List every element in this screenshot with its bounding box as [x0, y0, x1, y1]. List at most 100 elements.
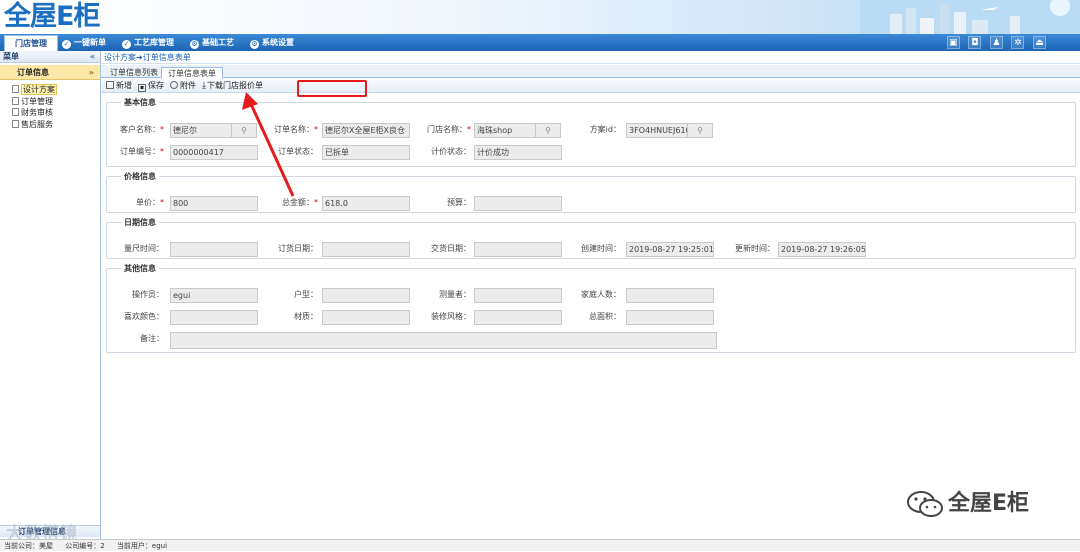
main-content: 设计方案➜订单信息表单 订单信息列表 订单信息表单 新增 ▪ 保存 附件 ⤓下载门…: [101, 51, 1080, 539]
download-label: 下载门店报价单: [206, 81, 263, 90]
nav-tab-label: 基础工艺: [202, 38, 234, 47]
operator-field[interactable]: egui: [170, 288, 258, 303]
section-title: 日期信息: [124, 218, 156, 227]
header-banner: 全屋E柜: [0, 0, 1080, 34]
plan-id-field[interactable]: 3FO4HNUEJ610: [626, 123, 688, 138]
search-icon[interactable]: ⚲: [687, 123, 713, 138]
order-no-label: 订单编号：*: [107, 145, 164, 159]
form-toolbar: 新增 ▪ 保存 附件 ⤓下载门店报价单: [101, 79, 1080, 93]
new-button[interactable]: 新增: [106, 80, 132, 92]
breadcrumb: 设计方案➜订单信息表单: [101, 51, 1080, 64]
tab-order-list[interactable]: 订单信息列表: [104, 67, 164, 78]
house-type-field[interactable]: [322, 288, 410, 303]
family-size-field[interactable]: [626, 288, 714, 303]
order-name-field[interactable]: 德尼尔X全屋E柜X良仓: [322, 123, 410, 138]
sidebar: 菜单 « 订单信息 » 设计方案 订单管理 财务审核 售后服务 订单管理信息: [0, 51, 101, 539]
search-icon[interactable]: ⚲: [231, 123, 257, 138]
total-amount-field[interactable]: 618.0: [322, 196, 410, 211]
total-area-field[interactable]: [626, 310, 714, 325]
section-title: 价格信息: [124, 172, 156, 181]
nav-tab-craft-library[interactable]: ✓ 工艺库管理: [118, 35, 180, 51]
collapse-icon[interactable]: «: [90, 51, 95, 63]
operator-label: 操作员：: [132, 290, 164, 299]
section-date-info: 日期信息 量尺时间： 订货日期： 交货日期： 创建时间： 2019-08-27 …: [106, 217, 1076, 259]
status-user: 当前用户：egui: [116, 542, 168, 550]
material-field[interactable]: [322, 310, 410, 325]
required-mark: *: [160, 125, 164, 134]
status-company: 当前公司：美屋: [4, 542, 53, 550]
house-type-label: 户型：: [294, 290, 318, 299]
document-icon: [12, 85, 19, 93]
sidebar-item-label: 售后服务: [21, 119, 53, 129]
document-icon: [12, 119, 19, 128]
updated-time-label: 更新时间：: [735, 244, 775, 253]
sidebar-title: 菜单: [3, 52, 19, 61]
required-mark: *: [160, 198, 164, 207]
nav-tab-label: 一键新单: [74, 38, 106, 47]
price-status-field[interactable]: 计价成功: [474, 145, 562, 160]
nav-tab-one-click-order[interactable]: ✓ 一键新单: [58, 35, 112, 51]
favorite-color-label: 喜欢颜色：: [124, 312, 164, 321]
check-icon: ✓: [62, 40, 71, 49]
order-no-field[interactable]: 0000000417: [170, 145, 258, 160]
total-amount-label: 总金额：*: [267, 196, 318, 210]
remark-textarea[interactable]: [170, 332, 717, 349]
download-icon: ⤓: [202, 81, 206, 91]
required-mark: *: [160, 147, 164, 156]
order-status-field[interactable]: 已拆单: [322, 145, 410, 160]
collapse-icon[interactable]: »: [89, 65, 94, 80]
screen-icon[interactable]: ▣: [946, 36, 960, 49]
wechat-icon: [907, 491, 943, 517]
attachment-label: 附件: [180, 81, 196, 90]
favorite-color-field[interactable]: [170, 310, 258, 325]
sidebar-item-order-management[interactable]: 订单管理: [0, 96, 100, 108]
sidebar-item-after-sales[interactable]: 售后服务: [0, 119, 100, 131]
label-text: 单价：: [136, 198, 160, 207]
store-field[interactable]: 海珠shop: [474, 123, 536, 138]
watermark-right-text: 全屋E柜: [948, 491, 1030, 516]
unit-price-field[interactable]: 800: [170, 196, 258, 211]
updated-time-field[interactable]: 2019-08-27 19:26:05: [778, 242, 866, 257]
status-company-no: 公司编号：2: [65, 542, 105, 550]
sidebar-item-design-plan[interactable]: 设计方案: [0, 84, 100, 96]
measure-time-label: 量尺时间：: [124, 244, 164, 253]
sidebar-item-finance-review[interactable]: 财务审核: [0, 107, 100, 119]
nav-tab-label: 系统设置: [262, 38, 294, 47]
settings-icon[interactable]: ✲: [1011, 36, 1025, 49]
search-icon[interactable]: ⚲: [535, 123, 561, 138]
attachment-button[interactable]: 附件: [170, 80, 196, 92]
download-quote-button[interactable]: ⤓下载门店报价单: [202, 80, 263, 92]
delivery-date-field[interactable]: [474, 242, 562, 257]
nav-tab-system-settings[interactable]: ⚙ 系统设置: [246, 35, 300, 51]
gear-icon: ⚙: [250, 40, 259, 49]
budget-field[interactable]: [474, 196, 562, 211]
total-area-label: 总面积：: [589, 312, 621, 321]
measure-time-field[interactable]: [170, 242, 258, 257]
check-icon: ✓: [122, 40, 131, 49]
customer-field[interactable]: 德尼尔: [170, 123, 232, 138]
plan-id-label: 方案id：: [589, 125, 621, 134]
required-mark: *: [467, 125, 471, 134]
user-icon[interactable]: ♟: [989, 36, 1003, 49]
lock-icon[interactable]: ◘: [968, 36, 982, 49]
surveyor-field[interactable]: [474, 288, 562, 303]
status-bar: 当前公司：美屋 公司编号：2 当前用户：egui: [0, 539, 1080, 551]
sidebar-group-label: 订单信息: [17, 68, 49, 77]
app-logo: 全屋E柜: [4, 1, 100, 32]
store-label: 门店名称：*: [413, 123, 471, 137]
price-status-label: 计价状态：: [431, 147, 471, 156]
tab-order-form[interactable]: 订单信息表单: [161, 67, 223, 79]
label-text: 门店名称：: [427, 125, 467, 134]
order-date-field[interactable]: [322, 242, 410, 257]
gear-icon: ⚙: [190, 40, 199, 49]
nav-tab-basic-craft[interactable]: ⚙ 基础工艺: [186, 35, 240, 51]
created-time-field[interactable]: 2019-08-27 19:25:01: [626, 242, 714, 257]
save-button[interactable]: ▪ 保存: [138, 80, 164, 92]
sidebar-group-order-info[interactable]: 订单信息 »: [0, 65, 100, 80]
budget-label: 预算：: [447, 198, 471, 207]
nav-tab-store-management[interactable]: 门店管理: [4, 35, 58, 51]
section-price-info: 价格信息 单价：* 800 总金额：* 618.0 预算：: [106, 171, 1076, 213]
decor-style-field[interactable]: [474, 310, 562, 325]
exit-icon[interactable]: ⏏: [1033, 36, 1046, 49]
order-name-label: 订单名称：*: [267, 123, 318, 137]
